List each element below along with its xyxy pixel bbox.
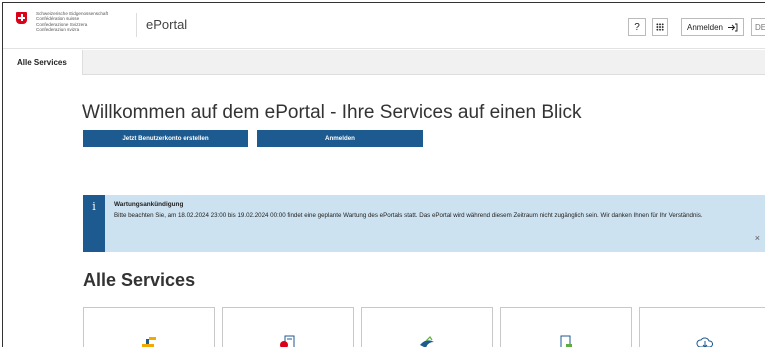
page-title: Willkommen auf dem ePortal - Ihre Servic… bbox=[82, 102, 582, 123]
login-button[interactable]: Anmelden bbox=[257, 130, 423, 147]
bird-icon bbox=[420, 336, 434, 347]
confederation-logo[interactable]: Schweizerische Eidgenossenschaft Confédé… bbox=[16, 11, 136, 33]
services-heading: Alle Services bbox=[83, 270, 196, 290]
top-header: Schweizerische Eidgenossenschaft Confédé… bbox=[3, 3, 765, 49]
apps-button[interactable] bbox=[652, 18, 668, 36]
service-card[interactable] bbox=[361, 307, 493, 347]
construction-icon bbox=[142, 337, 156, 347]
alert-text: Bitte beachten Sie, am 18.02.2024 23:00 … bbox=[114, 212, 703, 219]
info-icon: i bbox=[83, 195, 105, 252]
language-selector[interactable]: DE bbox=[751, 18, 765, 36]
create-account-button[interactable]: Jetzt Benutzerkonto erstellen bbox=[83, 130, 248, 147]
brand-title[interactable]: ePortal bbox=[146, 17, 187, 32]
browser-viewport: Schweizerische Eidgenossenschaft Confédé… bbox=[2, 2, 765, 347]
document-chart-icon bbox=[280, 335, 295, 347]
cloud-download-icon bbox=[696, 337, 714, 347]
service-card[interactable] bbox=[222, 307, 354, 347]
confederation-name: Schweizerische Eidgenossenschaft Confédé… bbox=[36, 11, 109, 33]
tab-bar: Alle Services bbox=[3, 50, 765, 75]
help-button[interactable]: ? bbox=[628, 18, 646, 36]
swiss-cross-icon bbox=[16, 12, 27, 24]
alert-title: Wartungsankündigung bbox=[114, 201, 184, 208]
apps-grid-icon bbox=[656, 23, 664, 31]
header-login-button[interactable]: Anmelden bbox=[681, 18, 744, 36]
document-stamp-icon bbox=[560, 335, 572, 347]
service-card[interactable] bbox=[83, 307, 215, 347]
service-card[interactable] bbox=[500, 307, 632, 347]
tab-alle-services[interactable]: Alle Services bbox=[3, 50, 83, 75]
maintenance-alert: i Wartungsankündigung Bitte beachten Sie… bbox=[83, 195, 765, 252]
service-card[interactable] bbox=[639, 307, 765, 347]
login-arrow-icon bbox=[728, 23, 738, 31]
close-icon[interactable]: × bbox=[755, 233, 760, 243]
header-divider bbox=[136, 13, 137, 37]
header-login-label: Anmelden bbox=[686, 22, 724, 32]
